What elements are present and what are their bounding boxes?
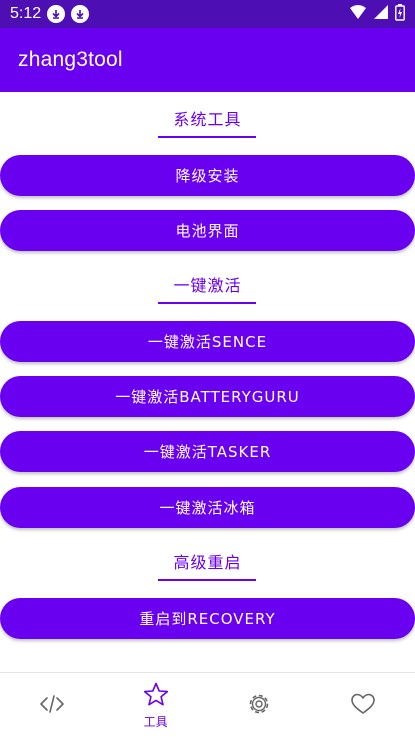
- battery-screen-button[interactable]: 电池界面: [0, 210, 415, 251]
- activate-tasker-button[interactable]: 一键激活TASKER: [0, 431, 415, 472]
- section-underline: [158, 136, 256, 138]
- section-underline: [158, 302, 256, 304]
- downgrade-install-button[interactable]: 降级安装: [0, 155, 415, 196]
- app-title: zhang3tool: [18, 48, 123, 71]
- status-bar: 5:12: [0, 0, 415, 28]
- activate-batteryguru-button[interactable]: 一键激活BATTERYGURU: [0, 376, 415, 417]
- star-icon: [143, 682, 169, 711]
- nav-item-code[interactable]: [0, 673, 104, 738]
- activate-sence-button[interactable]: 一键激活SENCE: [0, 321, 415, 362]
- activate-ice-box-button[interactable]: 一键激活冰箱: [0, 487, 415, 528]
- section-title: 一键激活: [173, 276, 242, 295]
- section-underline: [158, 579, 256, 581]
- status-time: 5:12: [10, 5, 42, 22]
- section-title: 系统工具: [173, 110, 242, 129]
- download-icon: [71, 5, 90, 23]
- heart-icon: [350, 692, 376, 720]
- nav-item-settings[interactable]: [208, 673, 312, 738]
- code-icon: [39, 693, 65, 719]
- wifi-icon: [349, 4, 367, 24]
- bottom-nav: 工具: [0, 672, 415, 738]
- signal-icon: [373, 4, 389, 24]
- section-header-advanced-reboot: 高级重启: [0, 545, 415, 581]
- gear-icon: [246, 691, 272, 721]
- nav-item-favorites[interactable]: [311, 673, 415, 738]
- section-header-one-click-activate: 一键激活: [0, 268, 415, 304]
- download-icon: [47, 5, 66, 23]
- app-bar: zhang3tool: [0, 28, 415, 92]
- section-title: 高级重启: [173, 553, 242, 572]
- battery-charging-icon: [395, 3, 405, 25]
- nav-label-tools: 工具: [143, 714, 168, 729]
- section-header-system-tools: 系统工具: [0, 102, 415, 138]
- nav-item-tools[interactable]: 工具: [104, 673, 208, 738]
- reboot-recovery-button[interactable]: 重启到RECOVERY: [0, 598, 415, 639]
